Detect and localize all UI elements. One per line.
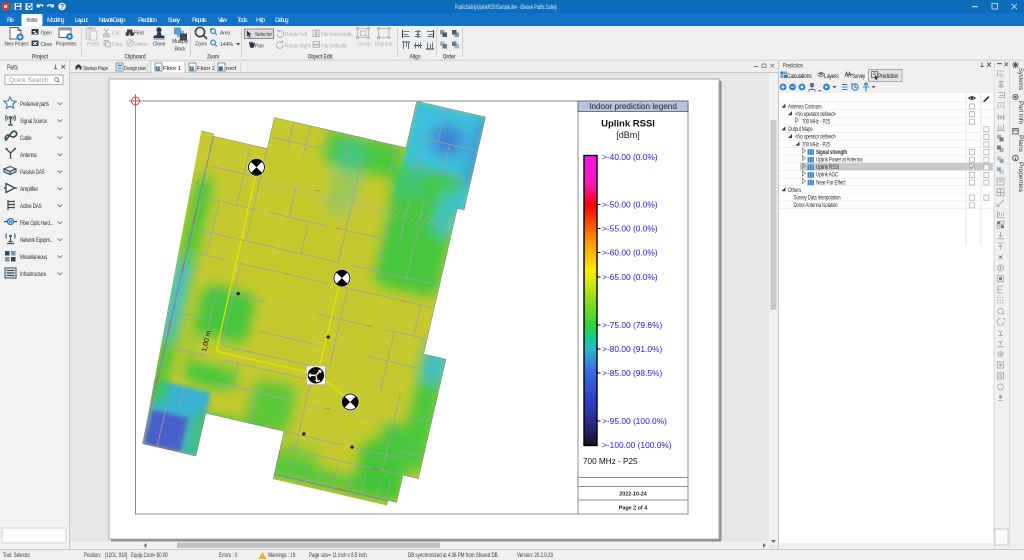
svg-text:Object Edit: Object Edit — [308, 55, 333, 61]
svg-text:New Project: New Project — [5, 42, 29, 48]
svg-text:Help: Help — [256, 17, 265, 24]
svg-text:File: File — [7, 17, 14, 24]
svg-text:Others: Others — [788, 187, 801, 194]
svg-text:Prediction: Prediction — [783, 63, 803, 70]
svg-text:>-50.00 (0.0%): >-50.00 (0.0%) — [602, 200, 658, 210]
svg-text:View: View — [218, 17, 227, 24]
svg-text:Area: Area — [220, 31, 231, 37]
svg-text:Flip Horizontally: Flip Horizontally — [321, 32, 352, 38]
svg-text:>-80.00 (91.0%): >-80.00 (91.0%) — [602, 344, 663, 354]
svg-text:Cut: Cut — [112, 31, 120, 37]
svg-text:Home: Home — [27, 17, 38, 24]
svg-text:>-95.00 (100.0%): >-95.00 (100.0%) — [602, 416, 667, 426]
svg-text:Plans: Plans — [1017, 135, 1023, 152]
svg-text:>-60.00 (0.0%): >-60.00 (0.0%) — [602, 248, 658, 258]
svg-text:Group: Group — [357, 42, 371, 48]
svg-text:Survey: Survey — [168, 17, 181, 24]
svg-text:Paste: Paste — [87, 42, 100, 48]
svg-text:Reports: Reports — [192, 17, 207, 24]
svg-text:>-75.00 (79.6%): >-75.00 (79.6%) — [602, 320, 663, 330]
svg-text:Near-Far Effect: Near-Far Effect — [816, 179, 846, 186]
svg-text:Signal Source: Signal Source — [20, 119, 48, 125]
svg-text:>-85.00 (98.5%): >-85.00 (98.5%) — [602, 368, 663, 378]
svg-text:Passive DAS: Passive DAS — [20, 170, 45, 176]
svg-text:Zoom: Zoom — [195, 42, 207, 48]
svg-text:[dBm]: [dBm] — [616, 130, 640, 140]
svg-text:Find: Find — [134, 31, 144, 37]
svg-text:Page 2 of 4: Page 2 of 4 — [619, 506, 647, 512]
svg-text:Delete: Delete — [134, 42, 149, 48]
svg-text:Indoor prediction legend: Indoor prediction legend — [589, 102, 677, 111]
svg-text:Modeling: Modeling — [47, 17, 65, 24]
svg-text:Zoom: Zoom — [207, 55, 219, 61]
svg-text:700 MHz - P25: 700 MHz - P25 — [583, 457, 638, 466]
svg-text:Prediction: Prediction — [878, 74, 898, 80]
svg-text:Survey: Survey — [852, 74, 865, 80]
svg-text:Parts: Parts — [7, 65, 18, 72]
svg-text:Ungroup: Ungroup — [375, 42, 393, 48]
svg-text:2022-10-24: 2022-10-24 — [619, 492, 647, 498]
svg-text:Pan: Pan — [255, 44, 264, 50]
svg-text:Fiber Optic Hard...: Fiber Optic Hard... — [20, 221, 53, 227]
svg-text:Survey Data Interpolation: Survey Data Interpolation — [794, 195, 841, 202]
svg-text:>-40.00 (0.0%): >-40.00 (0.0%) — [602, 152, 658, 162]
svg-text:roof: roof — [226, 66, 237, 72]
svg-text:Order: Order — [443, 55, 456, 61]
svg-text:Flip Vertically: Flip Vertically — [321, 44, 347, 50]
svg-text:Donor Antenna Isolation: Donor Antenna Isolation — [794, 202, 838, 209]
svg-text:Rotate Left: Rotate Left — [285, 32, 307, 38]
svg-text:Properties: Properties — [56, 42, 77, 48]
svg-text:Antenna: Antenna — [20, 153, 37, 159]
svg-text:Properties: Properties — [1017, 162, 1023, 192]
svg-text:Clone: Clone — [153, 42, 166, 48]
svg-text:Design plan: Design plan — [124, 66, 146, 72]
svg-text:Open: Open — [41, 31, 52, 37]
svg-text:Rotate Right: Rotate Right — [285, 44, 310, 50]
svg-text:Uplink RSSI: Uplink RSSI — [816, 164, 839, 171]
svg-text:Antenna Contours: Antenna Contours — [788, 103, 822, 110]
svg-text:Output Maps: Output Maps — [788, 126, 813, 133]
svg-text:Floor 2: Floor 2 — [197, 66, 215, 72]
svg-text:>-55.00 (0.0%): >-55.00 (0.0%) — [602, 224, 658, 234]
svg-text:Systems: Systems — [1017, 68, 1023, 90]
svg-text:Active DAS: Active DAS — [20, 204, 42, 210]
svg-text:Close: Close — [41, 42, 53, 48]
svg-text:Amplifier: Amplifier — [20, 187, 38, 193]
svg-text:Quick Search: Quick Search — [9, 77, 49, 84]
svg-text:700 MHz - P25: 700 MHz - P25 — [802, 141, 831, 148]
svg-text:Clipboard: Clipboard — [125, 55, 146, 61]
svg-text:Uplink RSSI: Uplink RSSI — [601, 119, 655, 130]
svg-text:Miscellaneous: Miscellaneous — [20, 255, 47, 261]
svg-text:Debug: Debug — [275, 17, 289, 24]
svg-text:Preferred parts: Preferred parts — [20, 102, 49, 108]
svg-text:Align: Align — [410, 55, 421, 61]
svg-text:Cable: Cable — [20, 136, 32, 142]
svg-text:Infrastructure: Infrastructure — [20, 272, 47, 278]
svg-text:Block: Block — [175, 47, 186, 53]
svg-text:Network Equipm...: Network Equipm... — [20, 238, 53, 244]
svg-text:Floor 1: Floor 1 — [163, 66, 181, 72]
svg-text:Tools: Tools — [237, 17, 248, 24]
svg-text:Uplink AGC: Uplink AGC — [816, 172, 839, 179]
svg-text:Layout: Layout — [75, 17, 88, 24]
svg-text:PublicSafetyUplinkRSSISample.i: PublicSafetyUplinkRSSISample.ibw - iBwav… — [455, 4, 558, 11]
svg-text:Selector: Selector — [255, 32, 272, 38]
svg-text:Part Info: Part Info — [1017, 101, 1023, 125]
svg-text:Layers: Layers — [824, 74, 839, 80]
svg-text:Project: Project — [32, 55, 48, 61]
svg-text:Network Design: Network Design — [98, 17, 126, 24]
svg-text:Prediction: Prediction — [138, 17, 157, 24]
svg-text:Uplink Power at Antenna: Uplink Power at Antenna — [816, 157, 863, 164]
svg-text:<No operator defined>: <No operator defined> — [795, 134, 836, 141]
svg-text:700 MHz - P25: 700 MHz - P25 — [802, 119, 831, 126]
svg-text:Startup Page: Startup Page — [83, 66, 108, 72]
svg-text:>-100.00 (100.0%): >-100.00 (100.0%) — [602, 440, 672, 450]
svg-text:144%: 144% — [220, 42, 234, 48]
svg-text:Calculations: Calculations — [787, 74, 812, 80]
svg-text:?: ? — [60, 4, 64, 11]
svg-text:Signal strength: Signal strength — [816, 149, 847, 156]
svg-text:Copy: Copy — [112, 42, 123, 48]
svg-text:<No operator defined>: <No operator defined> — [795, 111, 836, 118]
svg-text:>-65.00 (0.0%): >-65.00 (0.0%) — [602, 272, 658, 282]
